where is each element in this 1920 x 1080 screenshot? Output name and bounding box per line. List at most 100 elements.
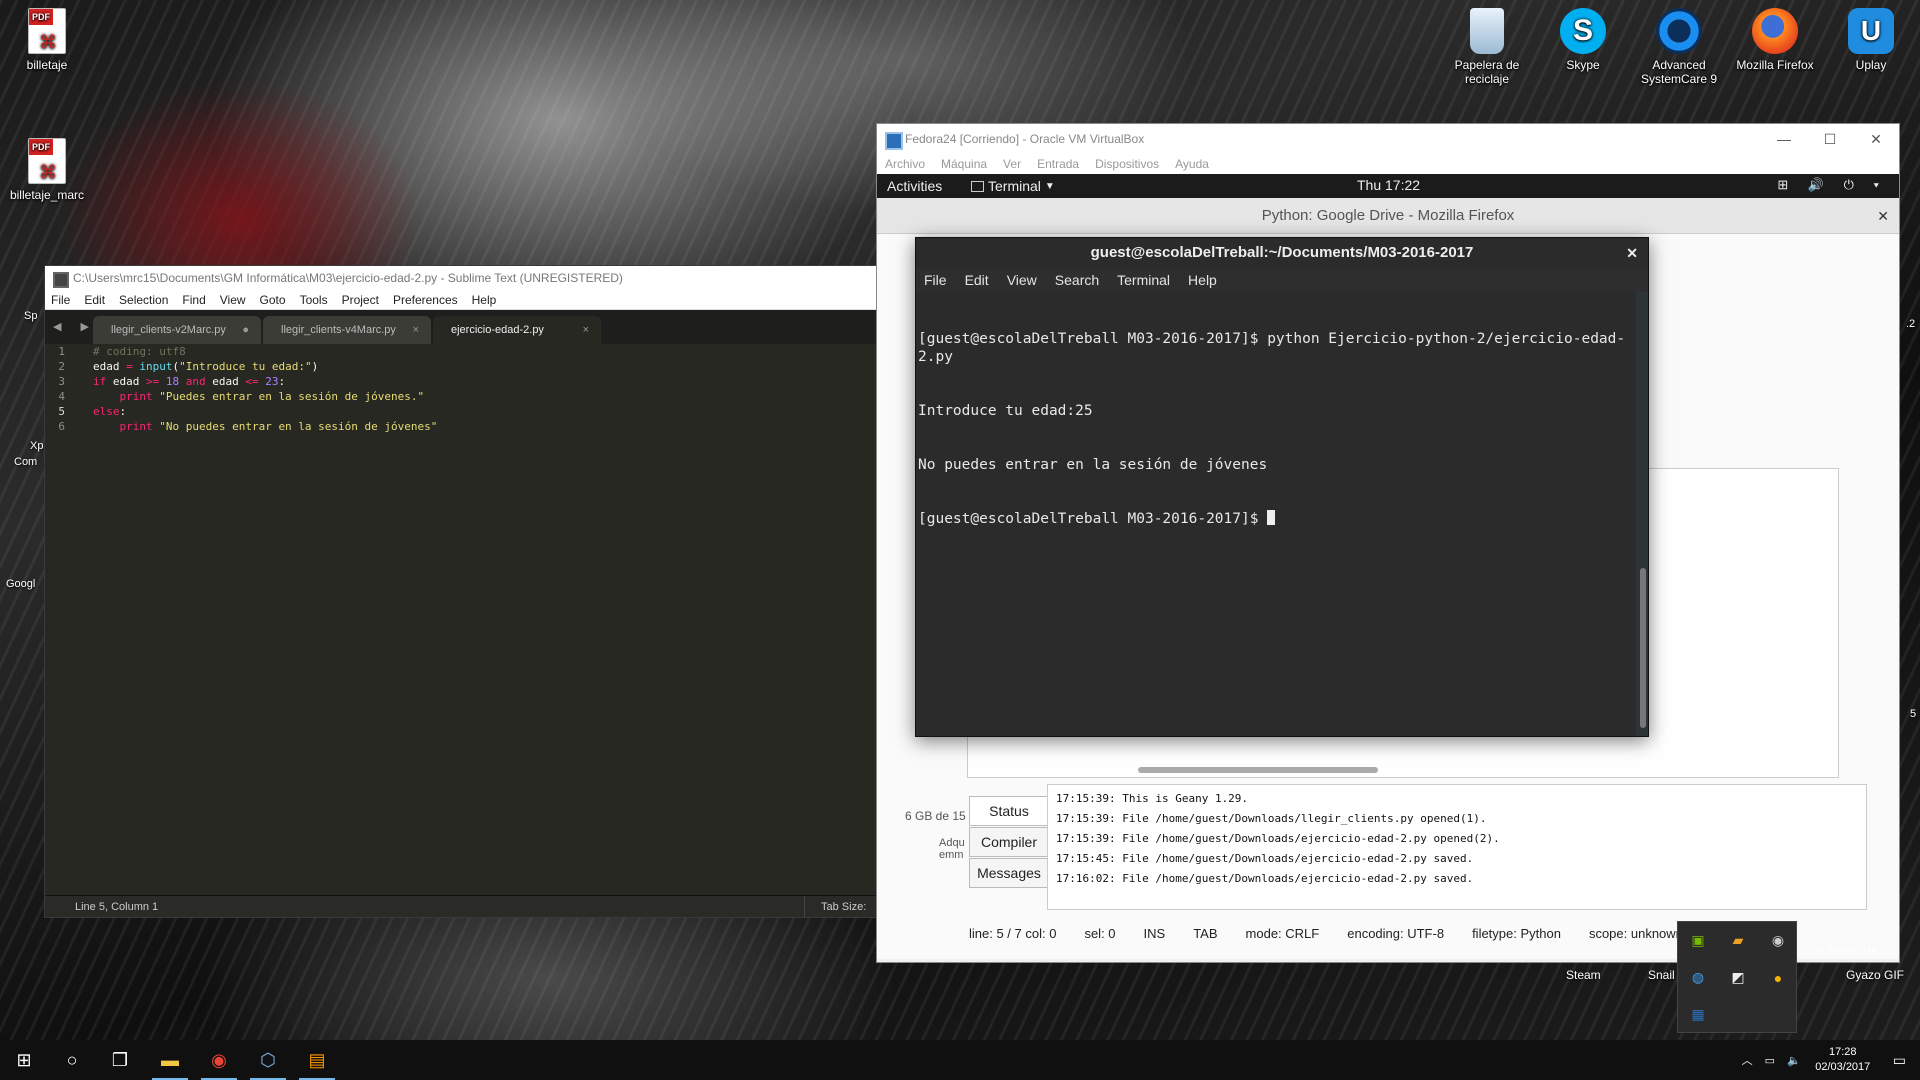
tab-compiler[interactable]: Compiler — [969, 827, 1049, 857]
desktop-icon-partial[interactable]: Sp — [24, 310, 37, 322]
desktop-label-steam[interactable]: Steam — [1566, 968, 1601, 982]
terminal-prompt: [guest@escolaDelTreball M03-2016-2017]$ — [918, 511, 1268, 527]
virtualbox-taskbar-icon[interactable]: ⬡ — [244, 1040, 292, 1080]
menu-maquina[interactable]: Máquina — [941, 157, 987, 171]
tab-messages[interactable]: Messages — [969, 858, 1049, 888]
tab-llegir-clients-v2[interactable]: llegir_clients-v2Marc.py ● — [93, 316, 261, 344]
menu-edit[interactable]: Edit — [84, 293, 105, 307]
desktop-icon-advanced-systemcare[interactable]: Advanced SystemCare 9 — [1636, 8, 1722, 86]
menu-tools[interactable]: Tools — [300, 293, 328, 307]
line-number: 1 — [58, 345, 65, 358]
activities-button[interactable]: Activities — [877, 178, 971, 194]
sublime-window[interactable]: C:\Users\mrc15\Documents\GM Informática\… — [44, 265, 877, 918]
menu-entrada[interactable]: Entrada — [1037, 157, 1079, 171]
terminal-title: guest@escolaDelTreball:~/Documents/M03-2… — [1090, 244, 1474, 261]
menu-help[interactable]: Help — [1188, 272, 1217, 288]
nvidia-icon[interactable]: ▣ — [1678, 922, 1718, 959]
tab-llegir-clients-v4[interactable]: llegir_clients-v4Marc.py × — [263, 316, 431, 344]
file-explorer-icon[interactable]: ▬ — [146, 1040, 194, 1080]
menu-archivo[interactable]: Archivo — [885, 157, 925, 171]
network-icon[interactable]: ▭ — [1759, 1054, 1781, 1067]
menu-file[interactable]: File — [924, 272, 947, 288]
gyazo-tray-icon[interactable]: ● — [1758, 959, 1798, 996]
menu-ver[interactable]: Ver — [1003, 157, 1021, 171]
terminal-output[interactable]: [guest@escolaDelTreball M03-2016-2017]$ … — [916, 292, 1636, 736]
desktop-icon-partial[interactable]: Xp — [30, 440, 43, 452]
desktop-icon-label: Skype — [1566, 58, 1600, 72]
task-view-icon[interactable]: ❐ — [96, 1040, 144, 1080]
code-line: 5 else: — [45, 404, 876, 419]
maximize-button[interactable]: ☐ — [1807, 124, 1853, 154]
close-icon[interactable]: ✕ — [1877, 198, 1889, 234]
virtualbox-tray-icon[interactable]: ▦ — [1678, 996, 1718, 1033]
close-icon[interactable]: × — [583, 316, 589, 344]
code-editor[interactable]: 1 # coding: utf8 2 edad = input("Introduce… — [45, 344, 876, 893]
terminal-scrollbar[interactable] — [1640, 568, 1646, 728]
taskbar-clock[interactable]: 17:28 02/03/2017 — [1807, 1045, 1879, 1075]
chevron-up-icon[interactable]: ︿ — [1736, 1052, 1759, 1068]
code-token: "Puedes entrar en la sesión de jóvenes." — [152, 390, 425, 403]
clock-date: 02/03/2017 — [1815, 1061, 1871, 1073]
system-menu-icons[interactable]: ⊞ 🔊 ⏻ ▾ — [1777, 177, 1887, 193]
log-line: 17:15:39: This is Geany 1.29. — [1056, 792, 1249, 805]
tab-ejercicio-edad-2[interactable]: ejercicio-edad-2.py × — [433, 316, 601, 344]
code-token: : — [119, 405, 127, 418]
uplay-icon: U — [1848, 8, 1894, 54]
desktop-icon-skype[interactable]: S Skype — [1540, 8, 1626, 72]
menu-project[interactable]: Project — [342, 293, 379, 307]
close-icon[interactable]: ✕ — [1626, 238, 1638, 268]
desktop-icon-billetaje-marc[interactable]: billetaje_marc — [4, 138, 90, 202]
terminal-app-icon — [971, 180, 984, 192]
tab-nav-arrows[interactable]: ◀ ▶ — [53, 320, 97, 333]
chrome-icon[interactable]: ◉ — [195, 1040, 243, 1080]
menu-view[interactable]: View — [1007, 272, 1037, 288]
desktop-icon-partial[interactable]: Com — [14, 456, 37, 468]
menu-preferences[interactable]: Preferences — [393, 293, 458, 307]
desktop-label-snail[interactable]: Snail — [1648, 968, 1675, 982]
desktop-icon-partial[interactable]: Googl — [6, 578, 35, 590]
desktop-icon-label: Uplay — [1855, 58, 1887, 72]
action-center-icon[interactable]: ▭ — [1879, 1052, 1920, 1069]
code-token: edad — [106, 375, 146, 388]
tab-status[interactable]: Status — [969, 796, 1049, 826]
desktop-icon-recycle-bin[interactable]: Papelera de reciclaje — [1444, 8, 1530, 86]
desktop-icon-uplay[interactable]: U Uplay — [1828, 8, 1914, 72]
minimize-button[interactable]: — — [1761, 124, 1807, 154]
windows-start-icon[interactable]: ⊞ — [0, 1040, 48, 1080]
terminal-titlebar: guest@escolaDelTreball:~/Documents/M03-2… — [916, 238, 1648, 268]
menu-search[interactable]: Search — [1055, 272, 1099, 288]
tab-label: llegir_clients-v4Marc.py — [281, 324, 396, 336]
code-comment: # coding: utf8 — [93, 345, 186, 358]
gnome-clock[interactable]: Thu 17:22 — [1357, 177, 1420, 193]
menu-dispositivos[interactable]: Dispositivos — [1095, 157, 1159, 171]
desktop-label-gyazo[interactable]: Gyazo GIF — [1846, 968, 1904, 982]
close-button[interactable]: ✕ — [1853, 124, 1899, 154]
menu-file[interactable]: File — [51, 293, 70, 307]
capture-tray-icon[interactable]: ◩ — [1718, 959, 1758, 996]
code-token: input — [132, 360, 173, 373]
desktop-icon-firefox[interactable]: Mozilla Firefox — [1732, 8, 1818, 72]
search-icon[interactable]: ○ — [48, 1040, 96, 1080]
close-icon[interactable]: × — [413, 316, 419, 344]
menu-terminal[interactable]: Terminal — [1117, 272, 1170, 288]
volume-icon[interactable]: 🔈 — [1781, 1054, 1807, 1067]
dirty-indicator-icon[interactable]: ● — [242, 316, 249, 344]
menu-ayuda[interactable]: Ayuda — [1175, 157, 1209, 171]
virtualbox-window[interactable]: Fedora24 [Corriendo] - Oracle VM Virtual… — [876, 123, 1900, 963]
menu-selection[interactable]: Selection — [119, 293, 168, 307]
tab-size-selector[interactable]: Tab Size: — [804, 896, 876, 918]
app-menu-terminal[interactable]: Terminal ▼ — [971, 178, 1055, 194]
menu-view[interactable]: View — [220, 293, 246, 307]
desktop-icon-billetaje[interactable]: billetaje — [4, 8, 90, 72]
window-title: Fedora24 [Corriendo] - Oracle VM Virtual… — [905, 132, 1145, 146]
steam-tray-icon[interactable]: ◉ — [1758, 922, 1798, 959]
folder-sync-icon[interactable]: ▰ — [1718, 922, 1758, 959]
terminal-window[interactable]: guest@escolaDelTreball:~/Documents/M03-2… — [915, 237, 1649, 737]
line-number: 5 — [58, 405, 65, 418]
sublime-taskbar-icon[interactable]: ▤ — [293, 1040, 341, 1080]
menu-help[interactable]: Help — [472, 293, 497, 307]
menu-find[interactable]: Find — [182, 293, 205, 307]
menu-goto[interactable]: Goto — [260, 293, 286, 307]
menu-edit[interactable]: Edit — [965, 272, 989, 288]
network-tray-icon[interactable]: ◍ — [1678, 959, 1718, 996]
